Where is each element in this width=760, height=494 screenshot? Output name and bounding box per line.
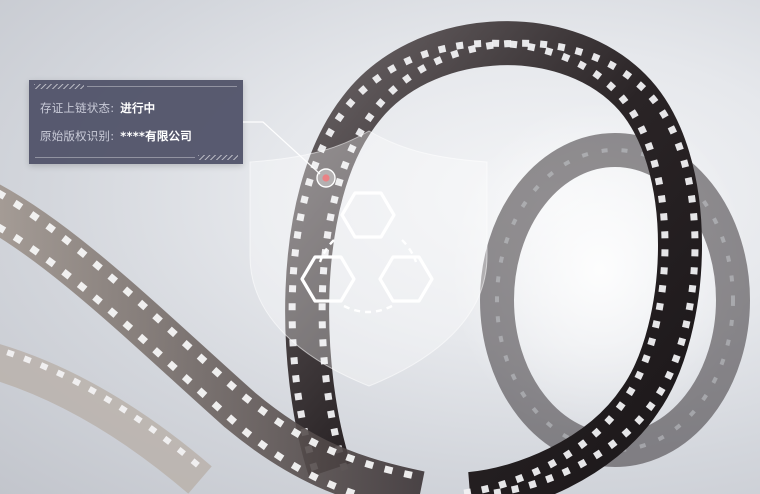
overlay-graphics — [243, 121, 488, 387]
hero-banner: 存证上链状态: 进行中 原始版权识别: ****有限公司 — [0, 0, 760, 494]
shield-icon — [249, 130, 488, 387]
